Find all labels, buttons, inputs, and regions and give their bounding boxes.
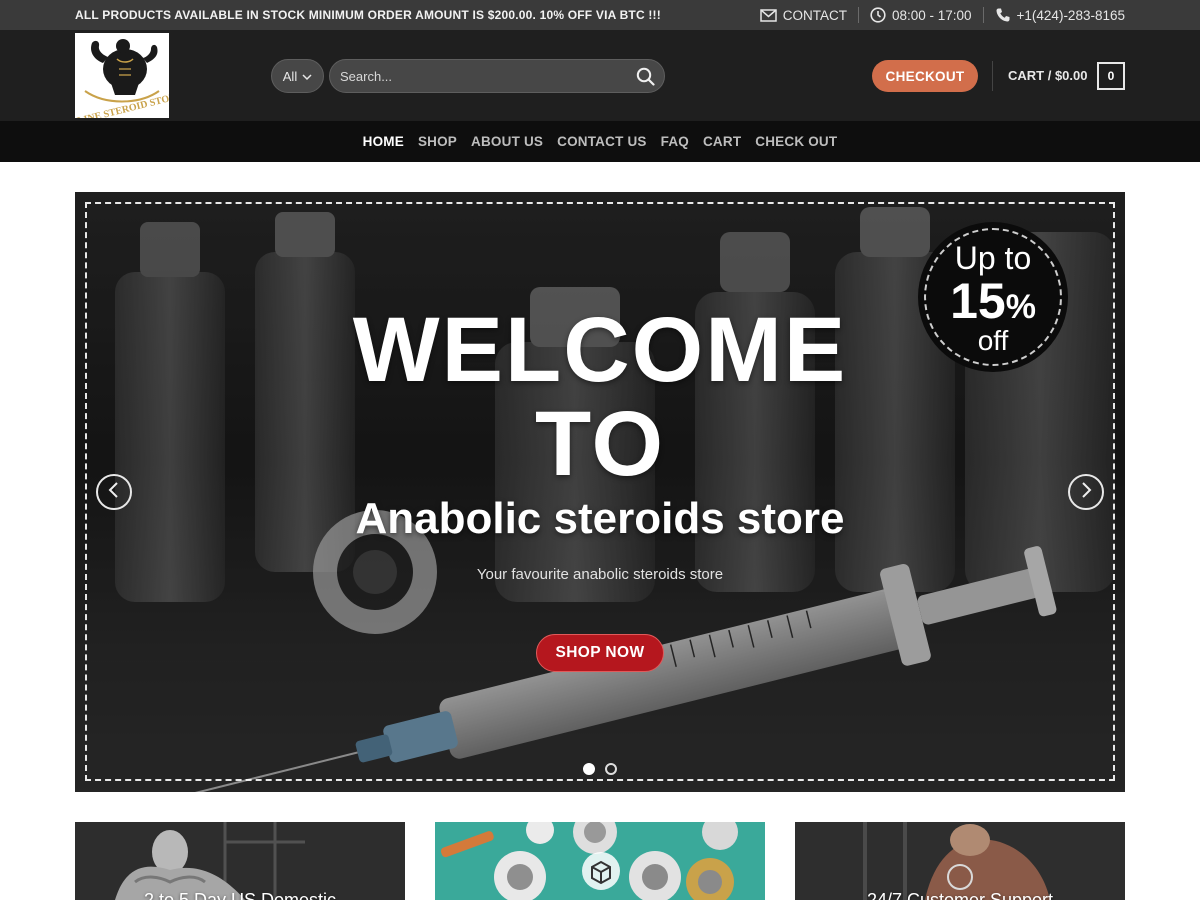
site-header: ONLINE STEROID STORE All CHECKOUT CART /… [0, 30, 1200, 121]
feature-card-title: 24/7 Customer Support [866, 890, 1054, 900]
slider-dot-2[interactable] [605, 763, 617, 775]
opening-hours: 08:00 - 17:00 [870, 7, 972, 23]
site-logo[interactable]: ONLINE STEROID STORE [75, 33, 169, 118]
feature-card-products[interactable] [435, 822, 765, 900]
contact-link[interactable]: CONTACT [759, 7, 847, 23]
nav-item-shop[interactable]: SHOP [418, 134, 457, 149]
feature-card-title: 2 to 5 Day US Domestic [143, 890, 337, 900]
chevron-right-icon [1079, 481, 1093, 504]
clock-icon [870, 7, 886, 23]
category-select-value: All [282, 68, 298, 84]
nav-item-check-out[interactable]: CHECK OUT [755, 134, 837, 149]
top-bar: ALL PRODUCTS AVAILABLE IN STOCK MINIMUM … [0, 0, 1200, 30]
phone-number: +1(424)-283-8165 [1016, 7, 1125, 23]
nav-item-home[interactable]: HOME [363, 134, 404, 149]
nav-item-about-us[interactable]: ABOUT US [471, 134, 543, 149]
divider [992, 61, 993, 91]
search-box [329, 59, 665, 93]
hero-subtitle: Anabolic steroids store [355, 494, 845, 543]
top-bar-contact-info: CONTACT 08:00 - 17:00 +1(424)-283-8165 [759, 0, 1125, 30]
chevron-left-icon [107, 481, 121, 504]
category-select[interactable]: All [271, 59, 324, 93]
cart-count-badge[interactable]: 0 [1097, 62, 1125, 90]
feature-card-support-image [795, 822, 1125, 900]
checkout-button[interactable]: CHECKOUT [872, 60, 978, 92]
hero-tagline: Your favourite anabolic steroids store [476, 566, 724, 583]
hero-slider: Up to 15% off WELCOME TO Anabolic steroi… [75, 192, 1125, 792]
nav-item-faq[interactable]: FAQ [661, 134, 689, 149]
promo-text: ALL PRODUCTS AVAILABLE IN STOCK MINIMUM … [75, 8, 661, 22]
hero-title-line-1: WELCOME [352, 299, 848, 401]
slider-dots [583, 763, 617, 775]
slider-next-button[interactable] [1068, 474, 1104, 510]
nav-item-cart[interactable]: CART [703, 134, 741, 149]
slider-dot-1[interactable] [583, 763, 595, 775]
chevron-down-icon [302, 69, 312, 84]
contact-label: CONTACT [782, 7, 847, 23]
feature-card-shipping[interactable]: 2 to 5 Day US Domestic [75, 822, 405, 900]
feature-card-support[interactable]: 24/7 Customer Support [795, 822, 1125, 900]
hero-title-line-2: TO [534, 393, 666, 495]
main-navigation: HOME SHOP ABOUT US CONTACT US FAQ CART C… [0, 121, 1200, 162]
feature-card-shipping-image [75, 822, 405, 900]
search-icon[interactable] [636, 67, 655, 91]
badge-line-1: Up to [954, 240, 1032, 276]
phone-icon [995, 7, 1011, 23]
nav-item-contact-us[interactable]: CONTACT US [557, 134, 647, 149]
shop-now-button[interactable]: SHOP NOW [536, 634, 664, 672]
cart-link[interactable]: CART / $0.00 [1008, 68, 1087, 83]
package-icon [580, 850, 622, 897]
hours-text: 08:00 - 17:00 [891, 7, 972, 23]
divider [982, 7, 984, 23]
search-input[interactable] [340, 60, 630, 92]
search-form: All [271, 59, 665, 93]
divider [857, 7, 859, 23]
feature-cards: 2 to 5 Day US Domestic 24/7 Customer Sup… [75, 822, 1125, 900]
envelope-icon [759, 8, 777, 22]
slider-prev-button[interactable] [96, 474, 132, 510]
phone-link[interactable]: +1(424)-283-8165 [995, 7, 1125, 23]
